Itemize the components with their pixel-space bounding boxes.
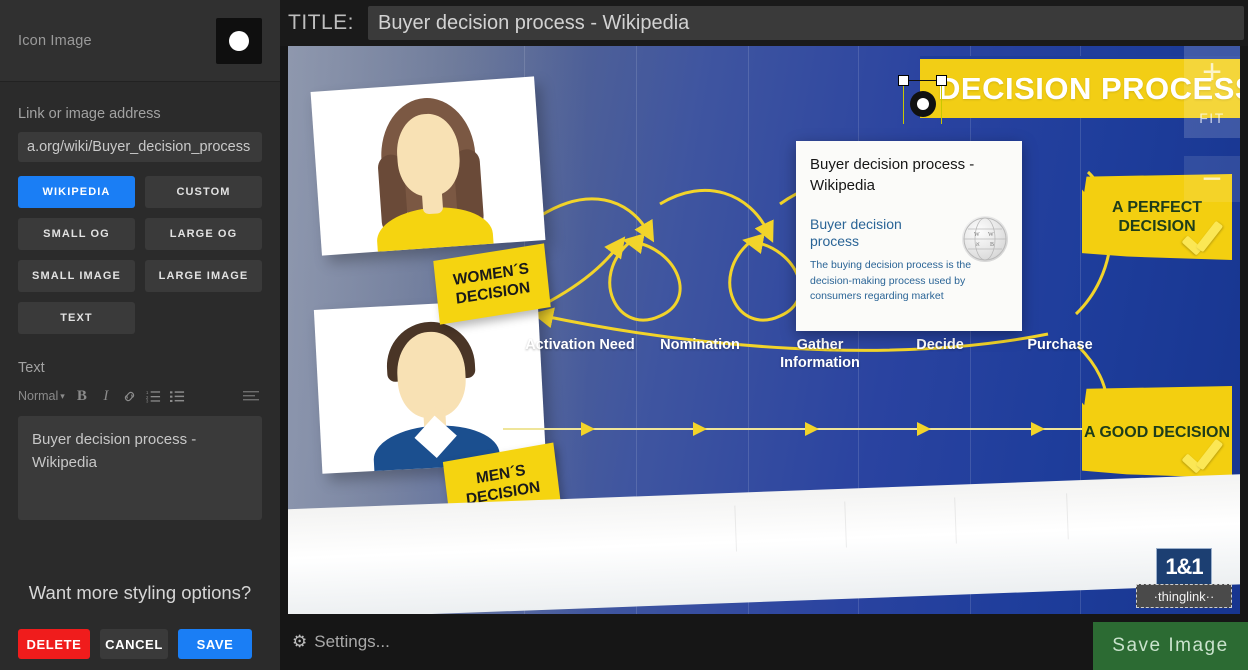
resize-handle-left[interactable] — [898, 75, 909, 86]
chevron-down-icon: ▾ — [60, 390, 65, 401]
watermark-1and1-logo: 1&1 — [1156, 548, 1212, 586]
gear-icon: ⚙ — [292, 632, 308, 651]
resize-handle-right[interactable] — [936, 75, 947, 86]
infographic-viewport[interactable]: WOMEN´S DECISION MEN´S DECISION Activati… — [288, 46, 1240, 614]
rich-text-toolbar: Normal ▾ B I 1 2 3 — [18, 384, 262, 408]
delete-button[interactable]: DELETE — [18, 629, 90, 659]
ordered-list-icon[interactable]: 1 2 3 — [143, 385, 165, 407]
bullet-list-icon[interactable] — [167, 385, 189, 407]
thinglink-editor: Icon Image Link or image address WIKIPED… — [0, 0, 1248, 670]
marker-guide-line — [903, 80, 904, 124]
sidebar-action-bar: DELETE CANCEL SAVE — [0, 618, 280, 670]
text-style-select[interactable]: Normal ▾ — [18, 385, 69, 407]
tag-womens-decision-label: WOMEN´S DECISION — [452, 260, 531, 308]
selected-tag-marker[interactable] — [896, 71, 950, 124]
image-canvas[interactable]: WOMEN´S DECISION MEN´S DECISION Activati… — [288, 46, 1240, 614]
tooltip-body-text: The buying decision process is the decis… — [810, 259, 972, 302]
track-arrow-icon — [805, 422, 819, 436]
photo-frame-man — [313, 298, 547, 474]
styling-options-note[interactable]: Want more styling options? — [0, 582, 280, 608]
align-glyph — [243, 391, 259, 401]
svg-text:W: W — [988, 232, 994, 238]
svg-text:3: 3 — [146, 399, 149, 403]
process-stage-labels: Activation Need Nomination Gather Inform… — [520, 336, 1120, 386]
stage-decide: Decide — [916, 337, 964, 353]
align-icon[interactable] — [240, 385, 262, 407]
stage-nomination: Nomination — [660, 337, 740, 353]
settings-button[interactable]: ⚙ Settings... — [292, 632, 390, 652]
source-button-large-og[interactable]: LARGE OG — [145, 218, 262, 250]
link-or-image-address-input[interactable] — [18, 132, 262, 162]
stage-gather-information: Gather Information — [780, 337, 860, 371]
wikipedia-globe-icon: W W א B — [962, 216, 1008, 262]
track-arrow-icon — [581, 422, 595, 436]
text-content-textarea[interactable] — [18, 416, 262, 520]
callout-good-label: A GOOD DECISION — [1083, 423, 1231, 441]
tooltip-title: Buyer decision process - Wikipedia — [810, 156, 975, 194]
save-image-button[interactable]: Save Image — [1093, 622, 1248, 670]
text-style-value: Normal — [18, 389, 59, 403]
icon-image-label: Icon Image — [18, 32, 92, 49]
source-button-small-image[interactable]: SMALL IMAGE — [18, 260, 135, 292]
zoom-in-button[interactable]: + — [1184, 46, 1240, 98]
source-button-text[interactable]: TEXT — [18, 302, 135, 334]
editor-main-area: TITLE: Buyer decision process - Wikipedi… — [280, 0, 1248, 670]
stage-activation-need: Activation Need — [525, 337, 635, 353]
zoom-out-button[interactable]: − — [1184, 156, 1240, 202]
track-arrow-icon — [693, 422, 707, 436]
source-button-custom[interactable]: CUSTOM — [145, 176, 262, 208]
settings-label: Settings... — [314, 632, 390, 651]
tooltip-link-text[interactable]: Buyer decision process — [810, 216, 940, 250]
bottom-bar: ⚙ Settings... Save Image — [280, 614, 1248, 670]
title-bar: TITLE: — [280, 0, 1248, 46]
wikipedia-globe-glyph: W W א B — [963, 217, 1007, 261]
zoom-fit-button[interactable]: FIT — [1184, 98, 1240, 138]
svg-text:W: W — [974, 232, 980, 238]
source-button-wikipedia[interactable]: WIKIPEDIA — [18, 176, 135, 208]
svg-text:א: א — [976, 242, 980, 248]
track-arrow-icon — [1031, 422, 1045, 436]
woman-avatar — [311, 76, 546, 256]
source-button-large-image[interactable]: LARGE IMAGE — [145, 260, 262, 292]
zoom-controls: + FIT − — [1184, 46, 1240, 206]
photo-frame-woman — [310, 76, 546, 256]
marker-guide-line — [941, 80, 942, 124]
track-arrow-icon — [917, 422, 931, 436]
link-icon[interactable] — [119, 385, 141, 407]
process-arrow-track — [503, 422, 1140, 436]
save-button[interactable]: SAVE — [178, 629, 252, 659]
source-button-small-og[interactable]: SMALL OG — [18, 218, 135, 250]
icon-style-swatch-button[interactable] — [216, 17, 262, 64]
stage-purchase: Purchase — [1027, 337, 1093, 353]
link-preview-tooltip[interactable]: Buyer decision process - Wikipedia Buyer… — [796, 141, 1022, 331]
watermark-thinglink-logo: ·thinglink·· — [1136, 584, 1232, 608]
watermark: 1&1 ·thinglink·· — [1136, 548, 1232, 608]
italic-button[interactable]: I — [95, 385, 117, 407]
title-input[interactable] — [368, 6, 1244, 40]
svg-text:B: B — [990, 242, 994, 248]
link-section: Link or image address WIKIPEDIA CUSTOM S… — [0, 106, 280, 525]
link-or-image-address-label: Link or image address — [18, 106, 161, 122]
ordered-list-glyph: 1 2 3 — [146, 390, 161, 403]
cancel-button[interactable]: CANCEL — [100, 629, 168, 659]
marker-dot-icon[interactable] — [910, 91, 936, 117]
bullet-list-glyph — [170, 391, 185, 402]
infographic-background: WOMEN´S DECISION MEN´S DECISION Activati… — [288, 46, 1240, 614]
text-section-label: Text — [18, 360, 45, 376]
source-type-buttons: WIKIPEDIA CUSTOM SMALL OG LARGE OG SMALL… — [18, 176, 262, 334]
title-label: TITLE: — [288, 11, 355, 34]
bold-button[interactable]: B — [71, 385, 93, 407]
man-avatar — [314, 298, 546, 474]
link-icon-glyph — [125, 391, 135, 401]
callout-a-good-decision: A GOOD DECISION — [1082, 386, 1232, 478]
icon-image-row: Icon Image — [0, 0, 280, 82]
left-settings-panel: Icon Image Link or image address WIKIPED… — [0, 0, 280, 670]
white-dot-icon — [229, 30, 249, 51]
